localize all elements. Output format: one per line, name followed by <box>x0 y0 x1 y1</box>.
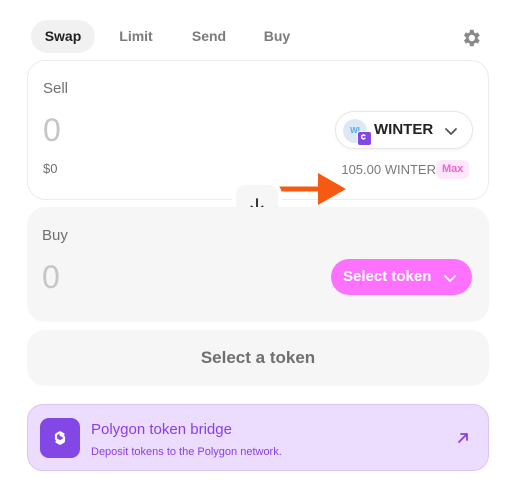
bridge-subtitle: Deposit tokens to the Polygon network. <box>91 446 282 458</box>
tab-swap[interactable]: Swap <box>31 20 95 53</box>
sell-token-selector[interactable]: WI WINTER <box>335 111 473 149</box>
sell-usd-value: $0 <box>43 161 58 176</box>
tab-send[interactable]: Send <box>178 20 240 53</box>
tab-buy[interactable]: Buy <box>252 20 302 53</box>
external-arrow-icon <box>458 433 468 443</box>
swap-tabs: Swap Limit Send Buy <box>31 20 491 53</box>
polygon-icon <box>357 131 372 146</box>
buy-amount-input[interactable]: 0 <box>42 259 60 296</box>
gear-icon[interactable] <box>460 27 482 49</box>
select-token-label: Select token <box>343 268 432 285</box>
bridge-title: Polygon token bridge <box>91 421 232 438</box>
buy-label: Buy <box>42 227 68 244</box>
buy-panel: Buy 0 Select token <box>27 207 489 322</box>
chevron-down-icon <box>445 128 457 135</box>
polygon-icon <box>40 418 80 458</box>
sell-token-symbol: WINTER <box>374 121 434 138</box>
sell-label: Sell <box>43 80 69 97</box>
sell-amount-input[interactable]: 0 <box>43 112 61 149</box>
max-button[interactable]: Max <box>436 160 470 179</box>
tab-limit[interactable]: Limit <box>105 20 167 53</box>
select-a-token-button[interactable]: Select a token <box>27 330 489 386</box>
polygon-bridge-banner[interactable]: Polygon token bridge Deposit tokens to t… <box>27 404 489 471</box>
sell-panel: Sell 0 $0 WI WINTER 105.00 WINTER Max <box>27 60 489 205</box>
select-token-button[interactable]: Select token <box>331 259 472 295</box>
chevron-down-icon <box>444 275 456 282</box>
sell-token-balance: 105.00 WINTER <box>341 162 436 177</box>
